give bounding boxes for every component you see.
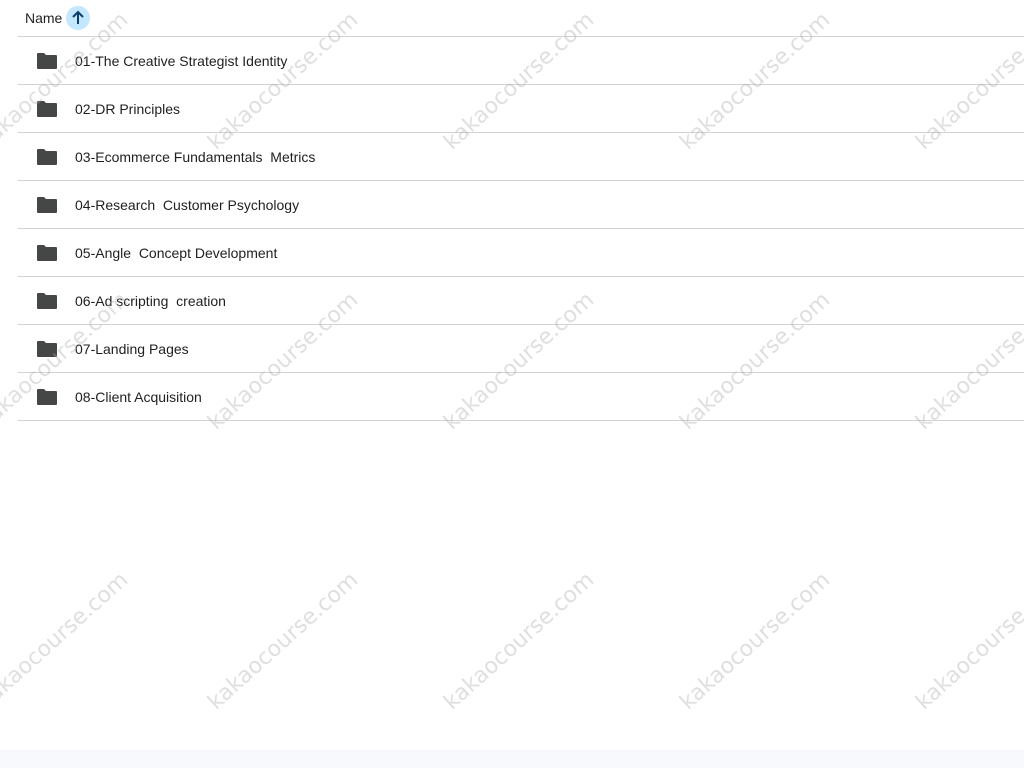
folder-icon <box>36 52 58 70</box>
file-list: 01-The Creative Strategist Identity 02-D… <box>18 37 1024 421</box>
folder-icon <box>36 196 58 214</box>
folder-row[interactable]: 02-DR Principles <box>18 85 1024 133</box>
folder-row[interactable]: 01-The Creative Strategist Identity <box>18 37 1024 85</box>
folder-name: 02-DR Principles <box>75 100 181 117</box>
watermark: kakaocourse.com <box>0 567 134 715</box>
folder-icon <box>36 244 58 262</box>
name-column-header[interactable]: Name <box>25 6 91 30</box>
file-browser: Name 01-The Creative Strategist Identity… <box>0 0 1024 768</box>
folder-name: 01-The Creative Strategist Identity <box>75 52 288 69</box>
folder-name: 05-Angle Concept Development <box>75 244 278 261</box>
folder-name: 07-Landing Pages <box>75 340 189 357</box>
folder-icon <box>36 388 58 406</box>
watermark: kakaocourse.com <box>439 567 600 715</box>
folder-icon <box>36 340 58 358</box>
folder-row[interactable]: 07-Landing Pages <box>18 325 1024 373</box>
name-column-label: Name <box>25 10 63 26</box>
folder-icon <box>36 100 58 118</box>
arrow-up-icon <box>72 10 85 24</box>
folder-name: 08-Client Acquisition <box>75 388 202 405</box>
folder-icon <box>36 292 58 310</box>
folder-row[interactable]: 08-Client Acquisition <box>18 373 1024 421</box>
sort-button[interactable] <box>66 6 91 30</box>
watermark: kakaocourse.com <box>675 567 836 715</box>
list-header: Name <box>18 0 1024 37</box>
folder-name: 06-Ad scripting creation <box>75 292 226 309</box>
folder-name: 04-Research Customer Psychology <box>75 196 300 213</box>
folder-row[interactable]: 05-Angle Concept Development <box>18 229 1024 277</box>
folder-row[interactable]: 06-Ad scripting creation <box>18 277 1024 325</box>
folder-row[interactable]: 04-Research Customer Psychology <box>18 181 1024 229</box>
folder-name: 03-Ecommerce Fundamentals Metrics <box>75 148 316 165</box>
watermark: kakaocourse.com <box>203 567 364 715</box>
folder-row[interactable]: 03-Ecommerce Fundamentals Metrics <box>18 133 1024 181</box>
folder-icon <box>36 148 58 166</box>
bottom-bar <box>0 750 1024 768</box>
watermark: kakaocourse.com <box>911 567 1024 715</box>
